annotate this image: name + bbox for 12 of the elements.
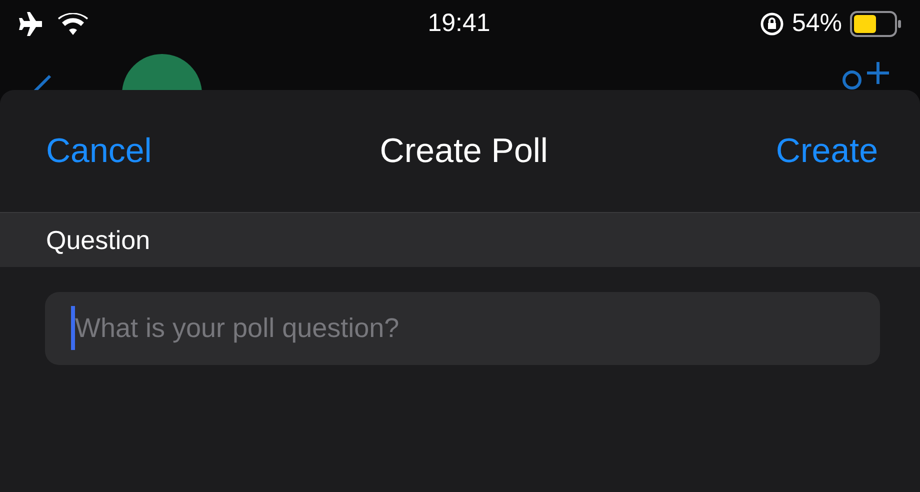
clock-time: 19:41: [428, 8, 490, 40]
wifi-icon: [58, 13, 88, 35]
section-header: Question: [46, 224, 150, 256]
cancel-button[interactable]: Cancel: [46, 126, 152, 176]
airplane-icon: [16, 12, 42, 36]
battery-icon: [850, 11, 902, 37]
add-contact-icon[interactable]: [840, 62, 890, 90]
question-field[interactable]: What is your poll question?: [45, 292, 880, 365]
battery-percentage: 54%: [792, 8, 842, 40]
sheet-title: Create Poll: [380, 130, 548, 172]
rotation-lock-icon: [760, 12, 784, 36]
create-button[interactable]: Create: [776, 126, 878, 176]
